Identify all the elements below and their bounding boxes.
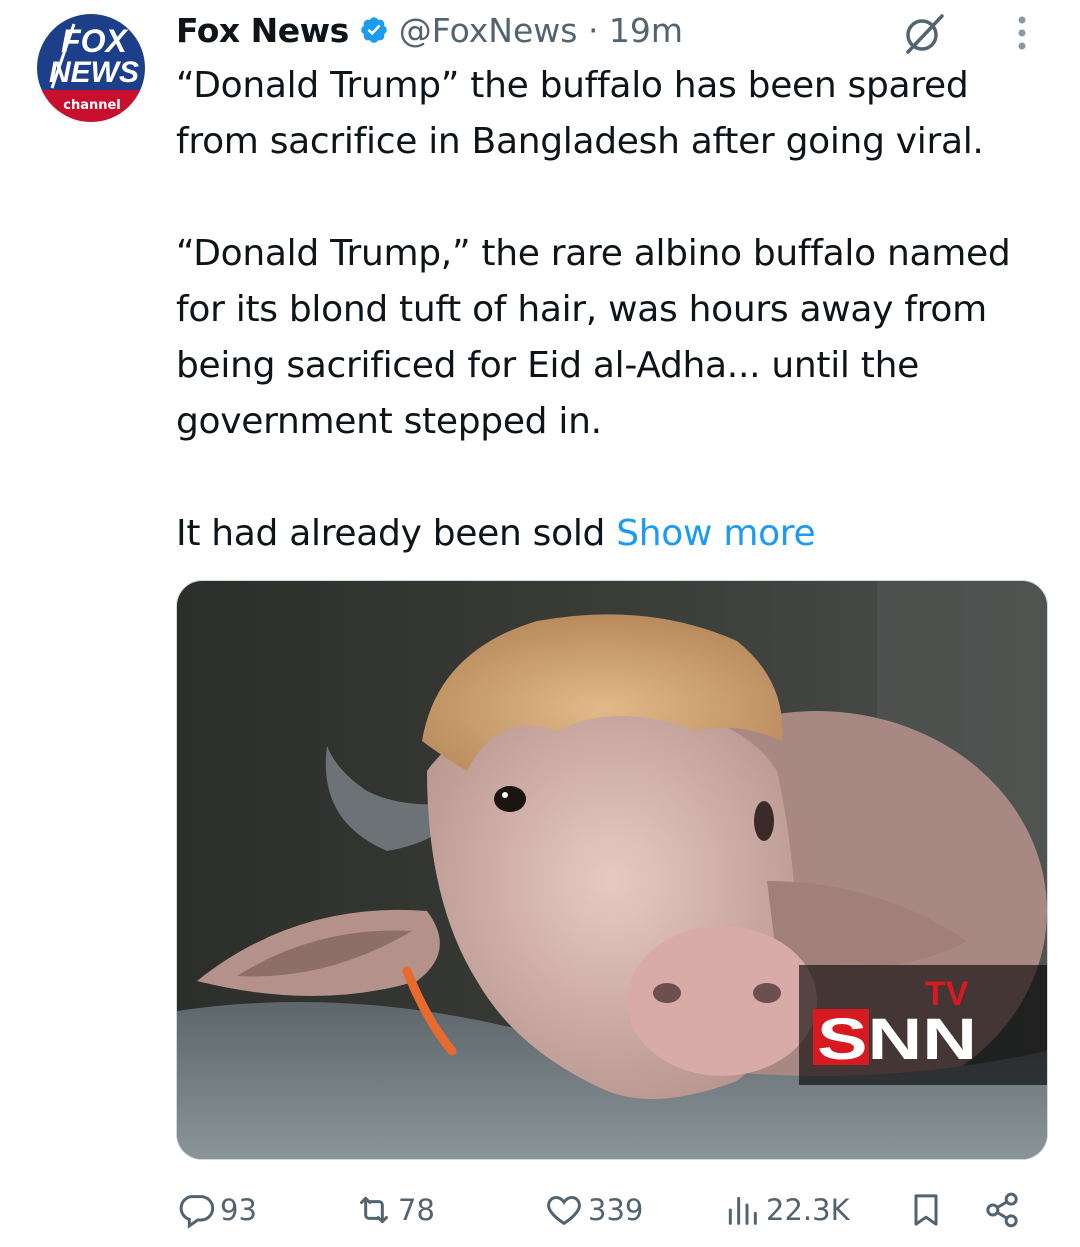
- show-more-link[interactable]: Show more: [616, 513, 815, 554]
- verified-badge-icon: [360, 17, 387, 43]
- like-count: 339: [588, 1193, 644, 1227]
- author-avatar[interactable]: FOX NEWS channel: [32, 12, 150, 124]
- tweet-paragraph-2: “Donald Trump,” the rare albino buffalo …: [176, 233, 1011, 442]
- avatar-logo-channel: channel: [63, 98, 121, 113]
- grok-icon[interactable]: [900, 10, 948, 56]
- bookmark-button[interactable]: [906, 1188, 946, 1232]
- tweet-paragraph-3: It had already been sold Show more: [176, 506, 1056, 562]
- tweet-text: “Donald Trump” the buffalo has been spar…: [176, 58, 1056, 562]
- tweet-paragraph-3-text: It had already been sold: [176, 513, 606, 554]
- bookmark-icon: [914, 1194, 938, 1226]
- views-button[interactable]: 22.3K: [722, 1188, 850, 1232]
- reply-button[interactable]: 93: [176, 1188, 257, 1232]
- repost-button[interactable]: 78: [354, 1188, 435, 1232]
- reply-count: 93: [220, 1193, 257, 1227]
- share-icon: [986, 1192, 1018, 1228]
- tweet-header: Fox News @FoxNews · 19m: [176, 6, 683, 54]
- tweet-action-bar: 93 78 339 22.3K: [176, 1178, 1046, 1242]
- tweet-media-image[interactable]: SNN TV: [176, 580, 1048, 1160]
- share-button[interactable]: [982, 1188, 1022, 1232]
- repost-icon: [360, 1196, 388, 1224]
- watermark-tv: TV: [925, 975, 969, 1013]
- views-icon: [728, 1196, 757, 1225]
- reply-icon: [179, 1195, 215, 1229]
- views-count: 22.3K: [766, 1193, 850, 1227]
- watermark-snn: SNN: [817, 1007, 977, 1072]
- author-name[interactable]: Fox News: [176, 11, 349, 50]
- more-icon[interactable]: [1010, 12, 1034, 54]
- repost-count: 78: [398, 1193, 435, 1227]
- like-icon: [547, 1195, 581, 1226]
- tweet-paragraph-1: “Donald Trump” the buffalo has been spar…: [176, 65, 984, 162]
- like-button[interactable]: 339: [544, 1188, 643, 1232]
- author-handle-time[interactable]: @FoxNews · 19m: [399, 11, 683, 50]
